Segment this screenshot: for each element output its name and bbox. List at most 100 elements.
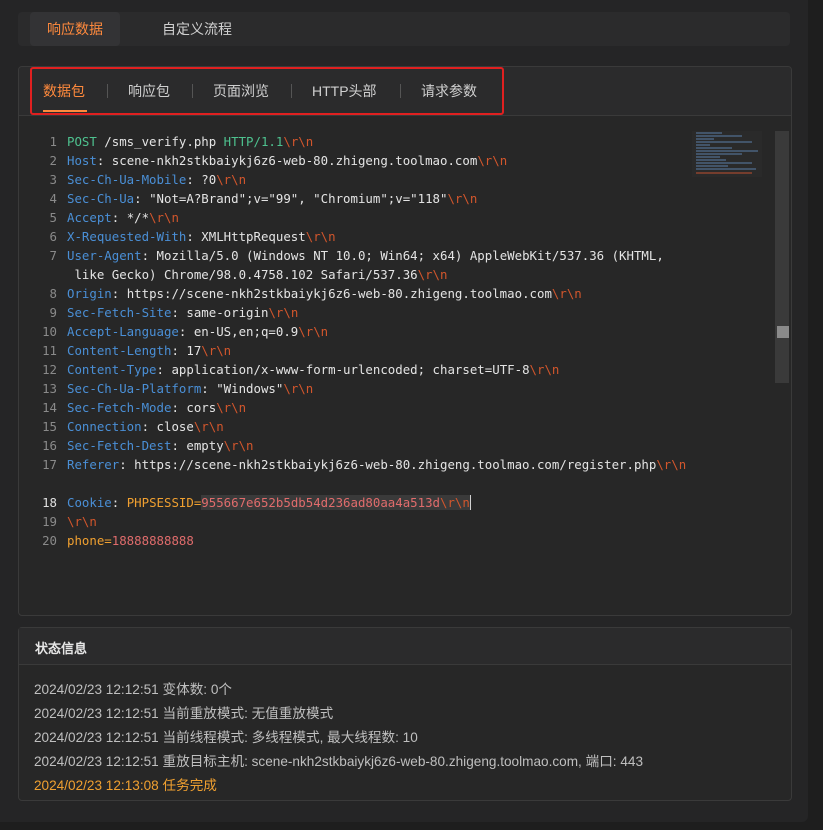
code-line[interactable]: Sec-Ch-Ua-Mobile: ?0\r\n (67, 172, 246, 187)
colon: : (171, 400, 179, 415)
code-line[interactable]: like Gecko) Chrome/98.0.4758.102 Safari/… (67, 267, 447, 282)
crlf: \r\n (201, 343, 232, 358)
code-line[interactable]: \r\n (67, 514, 97, 529)
code-line[interactable]: Sec-Ch-Ua-Platform: "Windows"\r\n (67, 381, 313, 396)
line-number: 12 (42, 362, 57, 377)
code-line[interactable]: User-Agent: Mozilla/5.0 (Windows NT 10.0… (67, 248, 664, 263)
crlf: \r\n (656, 457, 687, 472)
crlf: \r\n (447, 191, 478, 206)
code-line[interactable]: Cookie: PHPSESSID=955667e652b5db54d236ad… (67, 495, 471, 510)
header-value: "Windows" (208, 381, 284, 396)
line-number: 18 (42, 495, 57, 510)
code-line[interactable]: POST /sms_verify.php HTTP/1.1\r\n (67, 134, 313, 149)
crlf: \r\n (193, 419, 224, 434)
colon: : (119, 457, 127, 472)
http-method: POST (67, 134, 97, 149)
code-line[interactable]: Accept-Language: en-US,en;q=0.9\r\n (67, 324, 328, 339)
header-key: Origin (67, 286, 112, 301)
crlf: \r\n (305, 229, 336, 244)
header-value: same-origin (178, 305, 269, 320)
header-key: Referer (67, 457, 120, 472)
colon: : (141, 248, 150, 263)
request-path: /sms_verify.php (96, 134, 224, 149)
line-number: 11 (42, 343, 57, 358)
crlf: \r\n (216, 172, 247, 187)
crlf: \r\n (283, 381, 314, 396)
code-minimap[interactable] (692, 131, 762, 177)
header-value: "Not=A?Brand";v="99", "Chromium";v="118" (141, 191, 448, 206)
line-number: 19 (42, 514, 57, 529)
header-key: Content-Type (67, 362, 157, 377)
code-line[interactable]: Origin: https://scene-nkh2stkbaiykj6z6-w… (67, 286, 582, 301)
line-number: 2 (49, 153, 57, 168)
header-key: Sec-Ch-Ua-Platform (67, 381, 202, 396)
header-value: ?0 (193, 172, 217, 187)
code-line[interactable]: X-Requested-With: XMLHttpRequest\r\n (67, 229, 336, 244)
code-line[interactable]: Sec-Fetch-Site: same-origin\r\n (67, 305, 298, 320)
line-number: 9 (49, 305, 57, 320)
status-title: 状态信息 (35, 641, 88, 656)
line-number: 8 (49, 286, 57, 301)
code-line[interactable]: Sec-Fetch-Mode: cors\r\n (67, 400, 246, 415)
line-number: 6 (49, 229, 57, 244)
header-value: like Gecko) Chrome/98.0.4758.102 Safari/… (67, 267, 418, 282)
code-line[interactable]: Accept: */*\r\n (67, 210, 179, 225)
log-line: 2024/02/23 12:12:51 当前重放模式: 无值重放模式 (34, 706, 334, 721)
header-key: Accept (67, 210, 112, 225)
vertical-scrollbar[interactable] (775, 131, 789, 383)
http-version: HTTP/1.1 (223, 134, 284, 149)
body-key: phone= (67, 533, 112, 548)
tab-custom-flow[interactable]: 自定义流程 (152, 12, 242, 46)
code-line[interactable]: Sec-Fetch-Dest: empty\r\n (67, 438, 254, 453)
code-line[interactable]: Content-Type: application/x-www-form-url… (67, 362, 559, 377)
annotation-highlight-box (30, 67, 504, 115)
top-tab-bar: 响应数据 自定义流程 (18, 12, 790, 46)
colon: : (186, 172, 194, 187)
colon: : (134, 191, 142, 206)
header-key: Sec-Ch-Ua (67, 191, 135, 206)
cookie-name: PHPSESSID= (119, 495, 202, 510)
colon: : (156, 362, 164, 377)
header-key: Connection (67, 419, 142, 434)
tab-response-data[interactable]: 响应数据 (30, 12, 120, 46)
header-key: Sec-Fetch-Mode (67, 400, 172, 415)
code-line[interactable]: Content-Length: 17\r\n (67, 343, 231, 358)
header-value: https://scene-nkh2stkbaiykj6z6-web-80.zh… (119, 286, 552, 301)
log-line: 2024/02/23 12:12:51 重放目标主机: scene-nkh2st… (34, 754, 644, 769)
crlf: \r\n (149, 210, 179, 225)
colon: : (171, 438, 179, 453)
header-value: application/x-www-form-urlencoded; chars… (164, 362, 530, 377)
header-value: https://scene-nkh2stkbaiykj6z6-web-80.zh… (126, 457, 657, 472)
crlf: \r\n (283, 134, 314, 149)
colon: : (171, 305, 179, 320)
code-line[interactable]: Host: scene-nkh2stkbaiykj6z6-web-80.zhig… (67, 153, 507, 168)
header-value: Mozilla/5.0 (Windows NT 10.0; Win64; x64… (149, 248, 664, 263)
crlf: \r\n (440, 495, 470, 510)
packet-panel: 数据包 响应包 页面浏览 HTTP头部 请求参数 1 POST /sms_ver… (18, 66, 792, 616)
code-line[interactable]: Connection: close\r\n (67, 419, 224, 434)
header-key: User-Agent (67, 248, 142, 263)
code-line[interactable]: Referer: https://scene-nkh2stkbaiykj6z6-… (67, 457, 703, 472)
scrollbar-thumb[interactable] (777, 326, 789, 338)
header-key: Sec-Fetch-Dest (67, 438, 172, 453)
header-key: Content-Length (67, 343, 172, 358)
line-number: 7 (49, 248, 57, 263)
line-number: 14 (42, 400, 57, 415)
log-line: 2024/02/23 12:12:51 变体数: 0个 (34, 682, 232, 697)
code-line[interactable]: phone=18888888888 (67, 533, 194, 548)
log-line: 2024/02/23 12:12:51 当前线程模式: 多线程模式, 最大线程数… (34, 730, 418, 745)
status-panel: 状态信息 2024/02/23 12:12:51 变体数: 0个 2024/02… (18, 627, 792, 801)
line-number: 20 (42, 533, 57, 548)
line-number: 17 (42, 457, 57, 472)
line-number: 3 (49, 172, 57, 187)
code-line[interactable]: Sec-Ch-Ua: "Not=A?Brand";v="99", "Chromi… (67, 191, 477, 206)
header-key: Cookie (67, 495, 112, 510)
crlf: \r\n (268, 305, 299, 320)
header-key: X-Requested-With (67, 229, 187, 244)
line-number: 10 (42, 324, 57, 339)
line-number: 15 (42, 419, 57, 434)
crlf: \r\n (298, 324, 329, 339)
crlf: \r\n (216, 400, 247, 415)
header-value: XMLHttpRequest (193, 229, 306, 244)
header-key: Host (67, 153, 97, 168)
